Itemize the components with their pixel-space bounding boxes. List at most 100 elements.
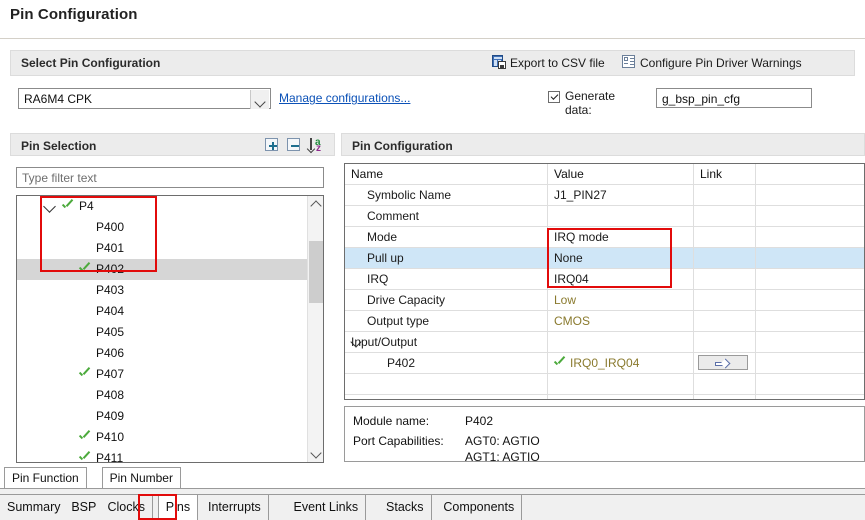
module-name-label: Module name: — [353, 414, 429, 428]
pin-tree-item-label: P4 — [79, 196, 94, 217]
pin-tree-item-p406[interactable]: P406 — [17, 343, 323, 364]
scroll-up-icon[interactable] — [308, 196, 323, 212]
export-csv-icon — [492, 55, 507, 70]
table-row[interactable]: Output type CMOS — [345, 311, 864, 332]
pin-tree-item-p400[interactable]: P400 — [17, 217, 323, 238]
configure-pin-driver-warnings-button[interactable]: Configure Pin Driver Warnings — [640, 56, 802, 70]
chevron-down-icon[interactable] — [250, 90, 269, 109]
column-header-name: Name — [351, 164, 383, 184]
table-row[interactable]: Symbolic Name J1_PIN27 — [345, 185, 864, 206]
row-name: Mode — [367, 227, 397, 247]
tab-pin-function[interactable]: Pin Function — [4, 467, 87, 489]
generate-data-checkbox[interactable] — [548, 91, 560, 103]
generate-data-label: Generate data: — [565, 89, 615, 117]
table-row[interactable]: Drive Capacity Low — [345, 290, 864, 311]
pin-selection-title: Pin Selection — [21, 139, 96, 153]
pin-tree-item-p4[interactable]: P4 — [17, 196, 323, 217]
module-name-value: P402 — [465, 414, 493, 428]
pin-tree[interactable]: P4P400P401P402P403P404P405P406P407P408P4… — [16, 195, 324, 463]
row-value[interactable]: IRQ mode — [554, 227, 609, 247]
pin-tree-item-p408[interactable]: P408 — [17, 385, 323, 406]
pin-tree-item-label: P405 — [96, 322, 124, 343]
check-icon — [79, 432, 90, 443]
pin-configuration-table[interactable]: Name Value Link Symbolic Name J1_PIN27 Com… — [344, 163, 865, 400]
table-row[interactable]: Comment — [345, 206, 864, 227]
check-icon — [554, 358, 565, 369]
port-capability-0: AGT0: AGTIO — [465, 434, 540, 448]
table-row[interactable]: Mode IRQ mode — [345, 227, 864, 248]
filter-input[interactable]: Type filter text — [16, 167, 324, 188]
arrow-right-icon — [715, 359, 732, 368]
pin-tree-item-label: P407 — [96, 364, 124, 385]
pin-tree-item-p409[interactable]: P409 — [17, 406, 323, 427]
row-value[interactable]: CMOS — [554, 311, 590, 331]
pin-tree-item-p410[interactable]: P410 — [17, 427, 323, 448]
port-capability-1: AGT1: AGTIO — [465, 450, 540, 464]
tab-components[interactable]: Components — [436, 495, 522, 520]
pin-tree-item-p411[interactable]: P411 — [17, 448, 323, 463]
check-icon — [79, 264, 90, 275]
check-icon — [79, 453, 90, 463]
tab-pins[interactable]: Pins — [158, 495, 198, 520]
pin-configuration-panel-title: Pin Configuration — [352, 139, 453, 153]
pin-tree-item-p401[interactable]: P401 — [17, 238, 323, 259]
table-row[interactable]: P402 IRQ0_IRQ04 — [345, 353, 864, 374]
row-name: P402 — [387, 353, 415, 373]
pin-tree-item-label: P404 — [96, 301, 124, 322]
row-name: Output type — [367, 311, 429, 331]
export-to-csv-button[interactable]: Export to CSV file — [510, 56, 605, 70]
scroll-down-icon[interactable] — [308, 446, 323, 462]
chevron-down-icon[interactable] — [43, 200, 56, 213]
table-row[interactable]: Pull upNone — [345, 248, 864, 269]
check-icon — [79, 369, 90, 380]
pin-driver-warnings-icon — [622, 55, 637, 70]
pin-view-tabs: Pin Function Pin Number — [0, 467, 865, 489]
pin-tree-item-label: P411 — [96, 448, 123, 463]
tab-stacks[interactable]: Stacks — [379, 495, 432, 520]
table-row-empty — [345, 374, 864, 395]
pin-configuration-panel-header: Pin Configuration — [341, 133, 865, 156]
tab-interrupts[interactable]: Interrupts — [201, 495, 269, 520]
pin-tree-item-p404[interactable]: P404 — [17, 301, 323, 322]
row-name: Comment — [367, 206, 419, 226]
pin-tree-scrollbar[interactable] — [307, 196, 323, 462]
tab-bsp[interactable]: BSP — [64, 495, 104, 520]
table-header-row: Name Value Link — [345, 164, 864, 185]
row-name: IRQ — [367, 269, 388, 289]
pin-tree-item-p402[interactable]: P402 — [17, 259, 323, 280]
pin-tree-item-p403[interactable]: P403 — [17, 280, 323, 301]
pin-tree-item-p407[interactable]: P407 — [17, 364, 323, 385]
pin-configuration-select-value: RA6M4 CPK — [24, 92, 92, 106]
generate-data-input[interactable]: g_bsp_pin_cfg — [656, 88, 812, 108]
row-value[interactable]: IRQ0_IRQ04 — [570, 353, 639, 373]
table-row[interactable]: IRQ IRQ04 — [345, 269, 864, 290]
tab-event-links[interactable]: Event Links — [287, 495, 367, 520]
pin-tree-item-label: P408 — [96, 385, 124, 406]
table-row[interactable]: Input/Output — [345, 332, 864, 353]
select-pin-configuration-title: Select Pin Configuration — [21, 56, 160, 70]
pin-tree-item-label: P409 — [96, 406, 124, 427]
title-divider — [0, 38, 865, 39]
link-arrow-button[interactable] — [698, 355, 748, 370]
pin-tree-item-label: P410 — [96, 427, 124, 448]
pin-configuration-select[interactable]: RA6M4 CPK — [18, 88, 271, 109]
pin-tree-item-p405[interactable]: P405 — [17, 322, 323, 343]
pin-tree-item-label: P400 — [96, 217, 124, 238]
port-capabilities-label: Port Capabilities: — [353, 434, 444, 448]
row-value[interactable]: J1_PIN27 — [554, 185, 607, 205]
row-value[interactable]: Low — [554, 290, 576, 310]
pin-tree-item-label: P401 — [96, 238, 124, 259]
check-icon — [62, 201, 73, 212]
module-info-box: Module name: P402 Port Capabilities: AGT… — [344, 406, 865, 462]
column-header-value: Value — [554, 164, 584, 184]
row-value[interactable]: IRQ04 — [554, 269, 589, 289]
scrollbar-thumb[interactable] — [309, 241, 323, 303]
tab-summary[interactable]: Summary — [0, 495, 68, 520]
pin-configuration-view: Pin Configuration Select Pin Configurati… — [0, 0, 865, 520]
row-name: Drive Capacity — [367, 290, 445, 310]
tab-clocks[interactable]: Clocks — [101, 495, 154, 520]
manage-configurations-link[interactable]: Manage configurations... — [279, 91, 410, 105]
row-name: Symbolic Name — [367, 185, 451, 205]
tab-pin-number[interactable]: Pin Number — [102, 467, 181, 489]
row-value[interactable]: None — [554, 248, 583, 268]
